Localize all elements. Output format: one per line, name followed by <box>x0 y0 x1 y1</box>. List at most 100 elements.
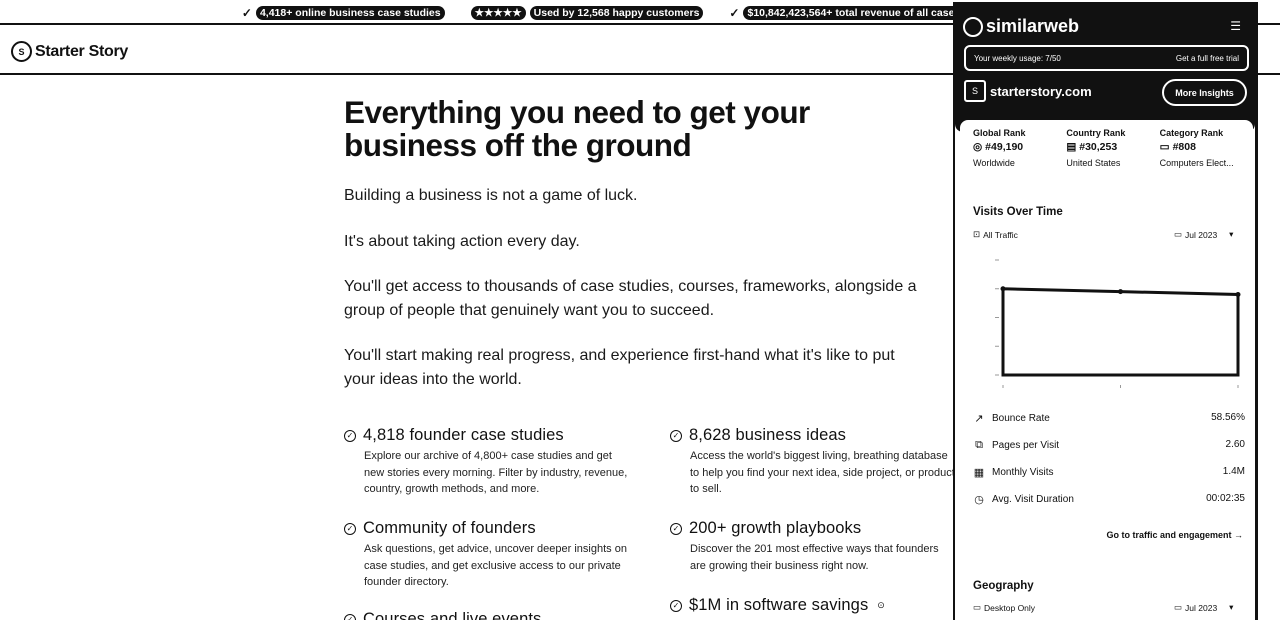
metric-row: ▦ Monthly Visits 1.4M <box>973 466 1245 479</box>
calendar-icon: ▭ <box>1174 602 1183 612</box>
usage-bar[interactable]: Your weekly usage: 7/50 Get a full free … <box>964 45 1249 71</box>
check-icon: ✓ <box>729 5 740 20</box>
site-favicon-icon: S <box>964 80 986 102</box>
rank-value: #808 <box>1172 141 1196 153</box>
menu-icon[interactable]: ☰ <box>1230 19 1241 33</box>
ranks-row: Global Rank ◎ #49,190 Worldwide Country R… <box>973 128 1253 168</box>
similarweb-logo: similarweb <box>963 16 1079 37</box>
feature-description: Access the world's biggest living, breat… <box>690 450 955 495</box>
date-filter-label: Jul 2023 <box>1185 229 1218 240</box>
similarweb-panel: similarweb ☰ Your weekly usage: 7/50 Get… <box>953 2 1258 620</box>
feature-description: Ask questions, get advice, uncover deepe… <box>364 543 627 588</box>
promo-case-studies-text: 4,418+ online business case studies <box>255 5 445 20</box>
feature-item: ✓ 8,628 business ideas Access the world's… <box>670 426 970 498</box>
site-identity: S starterstory.com <box>964 80 1092 102</box>
intro-paragraph-3: You'll get access to thousands of case s… <box>344 278 917 319</box>
feature-description: Explore our archive of 4,800+ case studi… <box>364 450 628 495</box>
visits-chart <box>995 259 1241 388</box>
metric-row: ↗ Bounce Rate 58.56% <box>973 412 1245 425</box>
calendar-icon: ▭ <box>1174 229 1183 239</box>
stars-icon: ★★★★★ <box>470 5 526 20</box>
intro-paragraph-4: You'll start making real progress, and e… <box>344 347 895 388</box>
metric-label: Bounce Rate <box>992 413 1050 424</box>
rank-value: #49,190 <box>985 141 1024 153</box>
page: ✓ 4,418+ online business case studies ★★… <box>0 0 1280 620</box>
check-circle-icon: ✓ <box>670 522 682 535</box>
feature-title: Community of founders <box>363 519 536 537</box>
trial-link[interactable]: Get a full free trial <box>1176 54 1239 63</box>
category-icon: ▭ <box>1159 141 1170 153</box>
chevron-down-icon: ▾ <box>1229 602 1234 612</box>
scrollbar-track[interactable] <box>1262 0 1280 620</box>
promo-customers: ★★★★★ Used by 12,568 happy customers <box>470 5 704 20</box>
feature-title: Courses and live events <box>363 610 542 620</box>
site-logo[interactable]: S Starter Story <box>11 41 128 62</box>
check-circle-icon: ✓ <box>344 613 356 620</box>
similarweb-logo-icon <box>963 16 983 37</box>
similarweb-card: Global Rank ◎ #49,190 Worldwide Country R… <box>960 120 1253 620</box>
geo-date-filter[interactable]: ▭ Jul 2023 ▾ <box>1174 602 1233 613</box>
feature-description: Discover the 201 most effective ways tha… <box>690 543 939 572</box>
site-name: starterstory.com <box>990 83 1092 99</box>
main-content: Everything you need to get your business… <box>344 94 955 620</box>
more-insights-button[interactable]: More Insights <box>1162 79 1247 106</box>
info-icon[interactable]: ⊙ <box>877 600 885 611</box>
date-filter[interactable]: ▭ Jul 2023 ▾ <box>1174 229 1233 240</box>
promo-customers-text: Used by 12,568 happy customers <box>529 5 704 20</box>
trend-icon: ↗ <box>974 413 984 425</box>
check-circle-icon: ✓ <box>670 599 682 612</box>
device-filter[interactable]: ▭ Desktop Only <box>973 602 1035 613</box>
metric-row: ⧉ Pages per Visit 2.60 <box>973 439 1245 452</box>
feature-title: 8,628 business ideas <box>689 426 847 444</box>
check-circle-icon: ✓ <box>670 429 682 442</box>
metric-label: Avg. Visit Duration <box>992 494 1074 505</box>
check-icon: ✓ <box>241 5 252 20</box>
rank-sub: Worldwide <box>973 158 1015 168</box>
intro-paragraph-1: Building a business is not a game of luc… <box>344 187 638 204</box>
feature-title: 200+ growth playbooks <box>689 519 862 537</box>
rank-category: Category Rank ▭ #808 Computers Elect... <box>1160 128 1253 168</box>
feature-item: ✓ $1M in software savings ⊙ <box>670 596 970 615</box>
rank-sub: Computers Elect... <box>1159 158 1234 168</box>
geography-title: Geography <box>973 580 1034 592</box>
page-title: Everything you need to get your business… <box>344 94 810 163</box>
rank-country: Country Rank ▤ #30,253 United States <box>1066 128 1159 168</box>
metric-label: Monthly Visits <box>992 467 1054 478</box>
rank-label: Global Rank <box>973 128 1026 138</box>
metric-value: 2.60 <box>1225 439 1245 450</box>
data-point[interactable] <box>1000 286 1006 292</box>
metric-value: 58.56% <box>1211 412 1245 423</box>
data-point[interactable] <box>1118 289 1123 295</box>
feature-item: ✓ 200+ growth playbooks Discover the 201 … <box>670 519 970 574</box>
device-filter-label: Desktop Only <box>984 602 1036 613</box>
usage-text: Your weekly usage: 7/50 <box>974 53 1061 63</box>
pages-icon: ⧉ <box>975 439 983 451</box>
calendar-icon: ▦ <box>973 467 985 479</box>
series-area <box>1001 287 1240 377</box>
feature-title: 4,818 founder case studies <box>363 426 564 444</box>
rank-sub: United States <box>1066 158 1121 168</box>
metric-row: ◷ Avg. Visit Duration 00:02:35 <box>973 493 1245 506</box>
intro-paragraph-2: It's about taking action every day. <box>344 233 580 250</box>
desktop-icon: ▭ <box>973 602 982 612</box>
similarweb-brand-text: similarweb <box>986 16 1080 36</box>
feature-title: $1M in software savings <box>689 596 869 614</box>
chevron-down-icon: ▾ <box>1229 229 1234 239</box>
feature-item: ✓ Community of founders Ask questions, ge… <box>344 519 644 591</box>
rank-label: Category Rank <box>1159 128 1224 138</box>
metric-label: Pages per Visit <box>992 440 1060 451</box>
feature-item: ✓ Courses and live events <box>344 610 644 620</box>
check-circle-icon: ✓ <box>344 522 356 535</box>
rank-label: Country Rank <box>1066 128 1126 138</box>
traffic-filter[interactable]: ⊡ All Traffic <box>973 229 1018 240</box>
logo-text: Starter Story <box>35 42 129 60</box>
rank-value: #30,253 <box>1079 141 1118 153</box>
metric-value: 1.4M <box>1222 466 1245 477</box>
promo-case-studies: ✓ 4,418+ online business case studies <box>241 5 445 20</box>
check-circle-icon: ✓ <box>344 429 356 442</box>
data-point[interactable] <box>1235 292 1241 297</box>
traffic-engagement-link[interactable]: Go to traffic and engagement → <box>1106 530 1243 540</box>
feature-item: ✓ 4,818 founder case studies Explore our … <box>344 426 644 498</box>
geo-date-label: Jul 2023 <box>1185 602 1218 613</box>
visits-over-time-title: Visits Over Time <box>973 206 1063 218</box>
